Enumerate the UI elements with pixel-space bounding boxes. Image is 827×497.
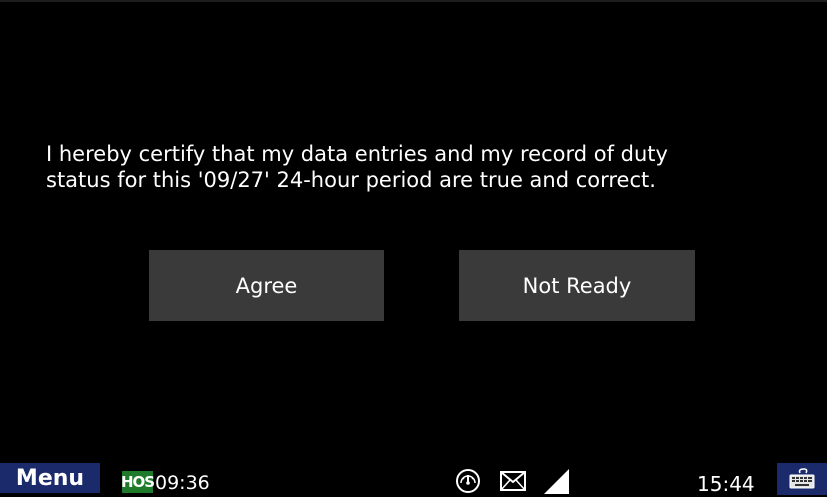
clock: 15:44 — [697, 472, 755, 496]
gauge-icon[interactable] — [455, 468, 481, 494]
mail-icon[interactable] — [500, 471, 526, 491]
hos-time: 09:36 — [155, 472, 210, 494]
not-ready-button[interactable]: Not Ready — [459, 250, 695, 321]
certification-statement: I hereby certify that my data entries an… — [46, 141, 806, 193]
menu-button[interactable]: Menu — [0, 463, 100, 493]
agree-button[interactable]: Agree — [149, 250, 384, 321]
signal-icon — [544, 469, 569, 494]
certification-line-2: status for this '09/27' 24-hour period a… — [46, 168, 656, 192]
certify-screen: I hereby certify that my data entries an… — [0, 0, 827, 497]
keyboard-icon — [789, 468, 815, 489]
top-edge — [0, 0, 827, 2]
keyboard-button[interactable] — [777, 463, 827, 495]
hos-badge[interactable]: HOS — [121, 471, 155, 493]
certification-line-1: I hereby certify that my data entries an… — [46, 142, 668, 166]
taskbar: Menu HOS 09:36 15:44 — [0, 459, 827, 497]
